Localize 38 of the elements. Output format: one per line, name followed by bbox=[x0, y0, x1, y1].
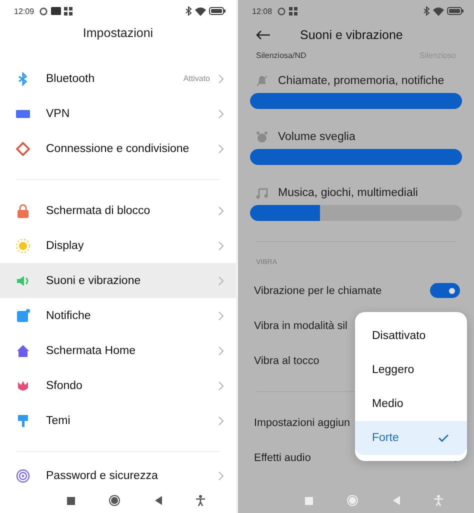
item-label: Schermata Home bbox=[46, 344, 136, 356]
item-label: Temi bbox=[46, 414, 72, 426]
item-label: VPN bbox=[46, 108, 71, 120]
menu-option[interactable]: Forte bbox=[355, 421, 467, 455]
settings-item[interactable]: Schermata Home bbox=[0, 333, 236, 368]
settings-item[interactable]: Password e sicurezza bbox=[0, 465, 236, 487]
page-title: Suoni e vibrazione bbox=[300, 28, 403, 42]
setting-label: Vibrazione per le chiamate bbox=[254, 284, 383, 296]
settings-item[interactable]: Display bbox=[0, 228, 236, 263]
status-time: 12:08 bbox=[252, 6, 272, 16]
menu-option[interactable]: Leggero bbox=[355, 353, 467, 387]
item-label: Password e sicurezza bbox=[46, 470, 159, 482]
item-label: Silenziosa/ND bbox=[256, 50, 306, 60]
settings-item[interactable]: VPN bbox=[0, 96, 236, 131]
item-label: Connessione e condivisione bbox=[46, 142, 190, 154]
menu-option[interactable]: Medio bbox=[355, 387, 467, 421]
volume-label: Chiamate, promemoria, notifiche bbox=[278, 74, 444, 86]
item-label: Notifiche bbox=[46, 310, 92, 322]
settings-item[interactable]: Temi bbox=[0, 403, 236, 438]
settings-item[interactable]: Schermata di blocco bbox=[0, 193, 236, 228]
volume-label: Volume sveglia bbox=[278, 130, 356, 142]
item-label: Schermata di blocco bbox=[46, 204, 152, 216]
settings-item[interactable]: Connessione e condivisione bbox=[0, 131, 236, 166]
item-label: Bluetooth bbox=[46, 72, 96, 84]
item-label: Display bbox=[46, 240, 85, 252]
settings-item[interactable]: Bluetooth Attivato bbox=[0, 61, 236, 96]
menu-option[interactable]: Disattivato bbox=[355, 319, 467, 353]
setting-label: Effetti audio bbox=[254, 452, 312, 464]
settings-item[interactable]: Notifiche bbox=[0, 298, 236, 333]
page-title: Impostazioni bbox=[82, 25, 154, 42]
item-label: Sfondo bbox=[46, 380, 84, 392]
setting-row[interactable]: Vibrazione per le chiamate bbox=[238, 273, 474, 308]
volume-label: Musica, giochi, multimediali bbox=[278, 186, 418, 198]
settings-item-highlighted[interactable]: Suoni e vibrazione bbox=[0, 263, 236, 298]
item-label: Suoni e vibrazione bbox=[46, 274, 142, 286]
status-time: 12:09 bbox=[14, 6, 34, 16]
item-value: Attivato bbox=[183, 74, 210, 83]
settings-item[interactable]: Sfondo bbox=[0, 368, 236, 403]
